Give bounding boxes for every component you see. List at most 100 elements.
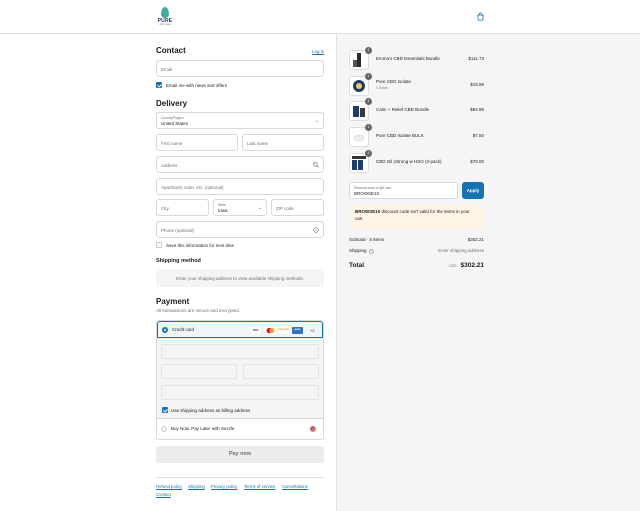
news-label: Email me with news and offers [166, 82, 227, 88]
product-name: Calm + Relief CBD Bundle [376, 107, 430, 112]
card-number-field[interactable] [161, 344, 319, 359]
footer-link-terms[interactable]: Terms of service [244, 484, 275, 489]
currency-code: USD [449, 264, 457, 268]
delivery-heading: Delivery [156, 99, 188, 108]
city-placeholder: City [161, 205, 169, 211]
quantity-badge: 1 [365, 98, 372, 105]
country-select[interactable]: Country/Region United States ⌄ [156, 112, 324, 129]
email-placeholder: Email [161, 66, 173, 72]
city-field[interactable]: City [156, 199, 209, 216]
save-info-label: Save this information for next time [166, 242, 235, 248]
quantity-badge: 1 [365, 47, 372, 54]
search-icon [313, 162, 319, 168]
discount-code-field[interactable]: Discount code or gift card BROWSE10 [349, 182, 458, 199]
quantity-badge: 1 [365, 73, 372, 80]
card-details-area: Use shipping address as billing address [157, 338, 323, 418]
expiry-field[interactable] [161, 364, 237, 379]
cart-item: 1 Pure CBG Isolate 1 Gram $19.99 [349, 73, 484, 98]
help-circle-icon[interactable]: ? [313, 227, 319, 233]
name-on-card-field[interactable] [161, 385, 319, 400]
login-link[interactable]: Log in [312, 49, 324, 54]
first-name-placeholder: First name [161, 140, 183, 146]
brand-tagline: SPECTRUM [159, 24, 171, 26]
product-name: Pure CBD Isolate BULK [376, 133, 424, 138]
leaf-drop-icon [161, 7, 169, 18]
cart-item: 1 Calm + Relief CBD Bundle $84.99 [349, 98, 484, 123]
total-amount: USD $302.21 [349, 262, 484, 269]
sezzle-radio[interactable] [161, 426, 167, 432]
phone-placeholder: Phone (optional) [161, 227, 195, 233]
product-name: CBD Oil (Strong w HSO (2-pack) [376, 159, 442, 164]
payment-subtitle: All transactions are secure and encrypte… [156, 308, 241, 313]
credit-card-label: Credit card [172, 327, 195, 332]
address-placeholder: Address [161, 162, 178, 168]
chevron-down-icon: ⌄ [314, 118, 319, 124]
chevron-down-icon: ⌄ [257, 205, 262, 211]
visa-icon: VISA [250, 327, 261, 334]
header: PURE SPECTRUM [0, 0, 640, 34]
phone-field[interactable]: Phone (optional) ? [156, 221, 324, 238]
shipping-method-notice: Enter your shipping address to view avai… [156, 269, 324, 287]
apartment-placeholder: Apartment, suite, etc. (optional) [161, 184, 224, 190]
sezzle-icon [310, 426, 316, 432]
cart-item: 1 Pure CBD Isolate BULK $7.50 [349, 124, 484, 149]
credit-card-option[interactable]: Credit card VISA DISCOVER AMEX +2 [157, 321, 323, 338]
pay-now-button[interactable]: Pay now [156, 446, 324, 463]
quantity-badge: 1 [365, 124, 372, 131]
shopping-bag-icon[interactable] [476, 12, 485, 21]
footer-link-privacy[interactable]: Privacy policy [211, 484, 237, 489]
cart-item: 1 CBD Oil (Strong w HSO (2-pack) $78.00 [349, 150, 484, 175]
quantity-badge: 1 [365, 150, 372, 157]
discount-warning: BROWSE10 discount code isn't valid for t… [349, 205, 484, 229]
save-info-checkbox[interactable] [156, 242, 162, 248]
subtotal-value: $302.21 [467, 237, 484, 242]
last-name-field[interactable]: Last name [242, 134, 324, 151]
contact-heading: Contact [156, 46, 186, 55]
payment-heading: Payment [156, 297, 190, 306]
billing-same-checkbox[interactable] [162, 407, 168, 413]
sezzle-option[interactable]: Buy Now, Pay Later with Sezzle [157, 418, 323, 439]
mastercard-icon [265, 327, 276, 334]
shipping-method-heading: Shipping method [156, 258, 201, 264]
first-name-field[interactable]: First name [156, 134, 238, 151]
discover-icon: DISCOVER [278, 327, 289, 334]
product-variant: 1 Gram [376, 86, 388, 90]
product-price: $111.73 [468, 56, 484, 61]
apply-discount-button[interactable]: Apply [462, 182, 484, 199]
state-value: Iowa [218, 208, 228, 213]
state-label: State [218, 202, 226, 207]
last-name-placeholder: Last name [247, 140, 269, 146]
svg-text:?: ? [315, 228, 317, 232]
zip-placeholder: ZIP code [276, 205, 294, 211]
footer-link-contact[interactable]: Contact [156, 492, 171, 497]
product-name: Pure CBG Isolate [376, 79, 412, 84]
apartment-field[interactable]: Apartment, suite, etc. (optional) [156, 178, 324, 195]
product-price: $19.99 [470, 82, 484, 87]
footer-link-shipping[interactable]: Shipping [188, 484, 205, 489]
shipping-method-message: Enter your shipping address to view avai… [175, 275, 305, 281]
cart-item: 1 Emma's CBD Essentials Bundle $111.73 [349, 47, 484, 72]
country-value: United States [161, 121, 189, 126]
address-field[interactable]: Address [156, 156, 324, 173]
sezzle-label: Buy Now, Pay Later with Sezzle [171, 426, 235, 431]
amex-icon: AMEX [292, 327, 303, 334]
discount-code-value: BROWSE10 [354, 191, 380, 196]
state-select[interactable]: State Iowa ⌄ [213, 199, 267, 216]
security-code-field[interactable] [243, 364, 319, 379]
footer-divider [156, 477, 324, 478]
billing-same-label: Use shipping address as billing address [171, 407, 251, 413]
product-name: Emma's CBD Essentials Bundle [376, 56, 440, 61]
footer-link-cancellations[interactable]: Cancellations [282, 484, 308, 489]
payment-methods: Credit card VISA DISCOVER AMEX +2 Use sh… [156, 320, 324, 440]
discount-code-label: Discount code or gift card [354, 185, 392, 190]
product-price: $7.50 [472, 133, 484, 138]
news-checkbox[interactable] [156, 82, 162, 88]
zip-field[interactable]: ZIP code [271, 199, 324, 216]
footer-link-refund[interactable]: Refund policy [156, 484, 182, 489]
brand-logo[interactable]: PURE SPECTRUM [155, 7, 175, 27]
credit-card-radio[interactable] [162, 327, 168, 333]
shipping-value: Enter shipping address [437, 248, 484, 253]
more-brands-label: +2 [310, 327, 315, 333]
email-field[interactable]: Email [156, 60, 324, 77]
product-price: $84.99 [470, 107, 484, 112]
